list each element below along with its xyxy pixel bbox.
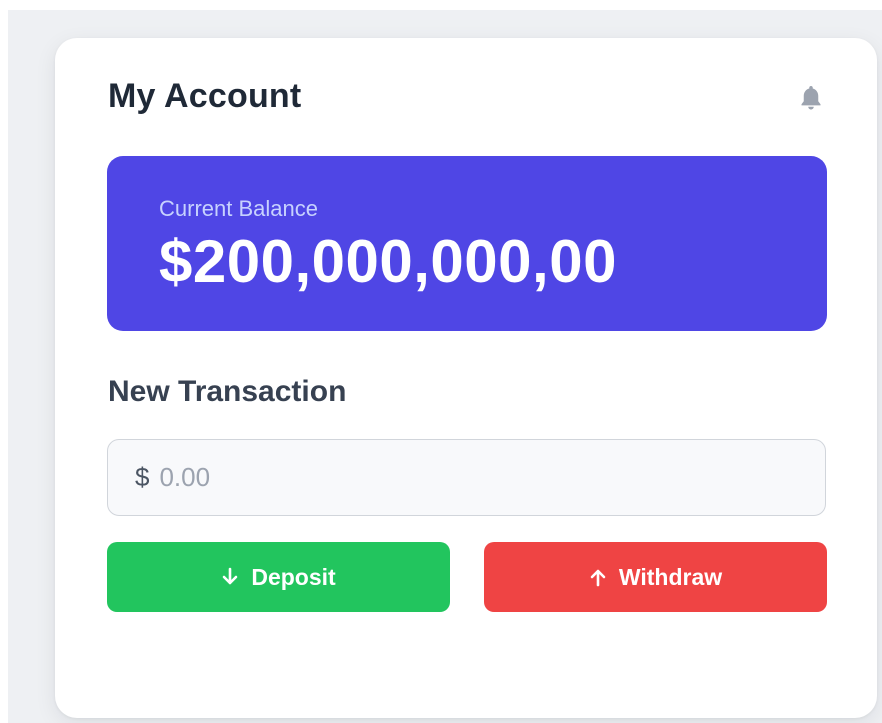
amount-input[interactable] xyxy=(159,462,760,493)
section-title-new-transaction: New Transaction xyxy=(108,375,347,408)
withdraw-label: Withdraw xyxy=(618,563,723,590)
deposit-button[interactable]: Deposit xyxy=(107,542,450,612)
amount-field[interactable]: $ xyxy=(107,439,826,516)
balance-card: Current Balance $200,000,000,00 xyxy=(107,156,827,331)
account-card: My Account Current Balance $200,000,000,… xyxy=(55,38,877,718)
withdraw-button[interactable]: Withdraw xyxy=(484,542,827,612)
balance-amount: $200,000,000,00 xyxy=(159,228,617,295)
currency-symbol: $ xyxy=(135,462,150,492)
arrow-up-icon xyxy=(589,567,607,587)
bell-icon xyxy=(801,86,821,110)
notification-button[interactable] xyxy=(793,82,829,114)
page-title: My Account xyxy=(108,77,302,115)
balance-label: Current Balance xyxy=(159,196,318,221)
deposit-label: Deposit xyxy=(251,563,336,590)
arrow-down-icon xyxy=(221,567,239,587)
